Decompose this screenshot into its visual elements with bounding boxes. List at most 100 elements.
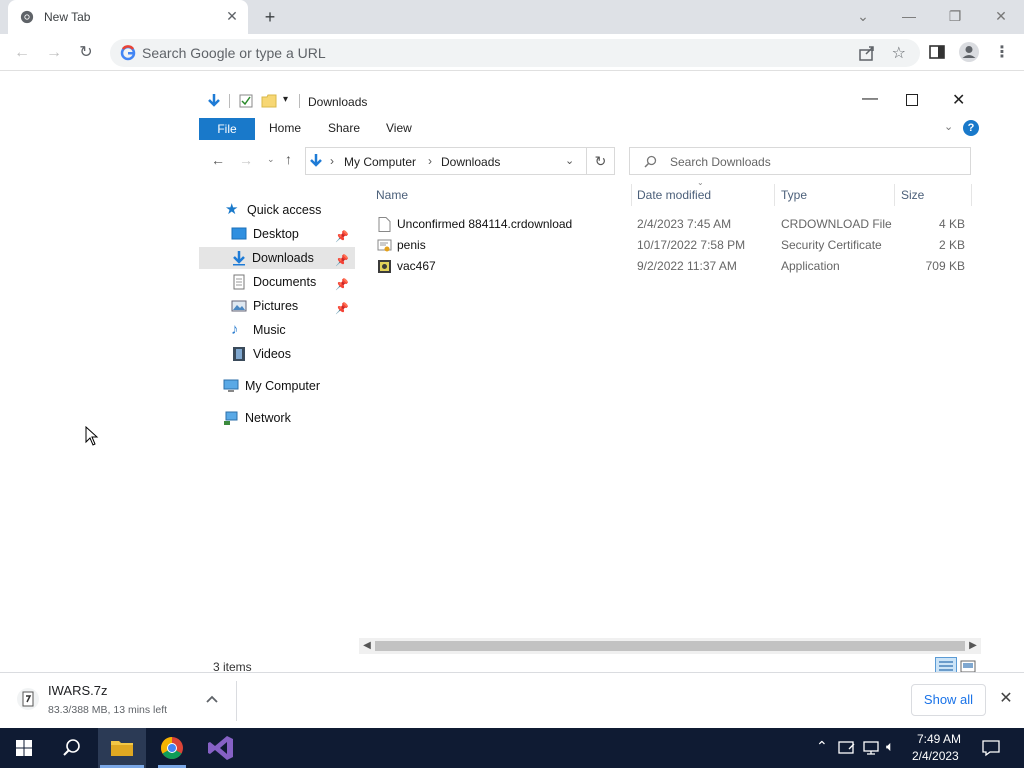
sort-indicator-icon: ⌄	[697, 178, 704, 187]
scrollbar-thumb[interactable]	[375, 641, 965, 651]
show-hidden-icons-icon[interactable]: ⌃	[816, 738, 828, 755]
nav-network[interactable]: Network	[223, 407, 355, 429]
archive-file-icon	[17, 688, 39, 710]
nav-my-computer[interactable]: My Computer	[223, 375, 355, 397]
computer-icon	[223, 379, 239, 392]
address-row: ← → ⌄ ↑ › My Computer › Downloads ⌄ ↻ Se…	[199, 146, 985, 176]
menu-kebab-icon[interactable]: ⋮	[991, 42, 1013, 64]
pin-icon[interactable]: 📌	[335, 274, 349, 296]
chevron-up-icon[interactable]	[204, 691, 220, 707]
google-icon	[120, 45, 136, 61]
chrome-taskbar-icon[interactable]	[148, 728, 196, 768]
close-downloads-bar-icon[interactable]: ✕	[998, 691, 1014, 707]
nav-documents[interactable]: Documents 📌	[231, 271, 355, 293]
help-icon[interactable]: ?	[963, 120, 979, 136]
divider	[236, 681, 237, 721]
ribbon-tab-share[interactable]: Share	[328, 121, 360, 135]
file-explorer-taskbar-icon[interactable]	[98, 728, 146, 768]
scroll-left-icon[interactable]: ◀	[359, 638, 375, 654]
show-all-button[interactable]: Show all	[911, 684, 986, 716]
profile-avatar-icon[interactable]	[958, 41, 980, 63]
back-icon[interactable]: ←	[11, 42, 33, 64]
column-separator[interactable]	[631, 184, 632, 206]
scroll-right-icon[interactable]: ▶	[965, 638, 981, 654]
search-box[interactable]: Search Downloads	[629, 147, 971, 175]
ribbon-tab-home[interactable]: Home	[269, 121, 301, 135]
file-row[interactable]: Unconfirmed 884114.crdownload 2/4/2023 7…	[375, 214, 975, 235]
new-folder-icon[interactable]	[261, 93, 277, 109]
maximize-icon[interactable]	[906, 94, 918, 106]
nav-videos[interactable]: Videos	[231, 343, 355, 365]
forward-icon[interactable]: →	[239, 152, 253, 168]
breadcrumb-downloads[interactable]: Downloads	[441, 155, 500, 169]
column-header-name[interactable]: Name	[376, 188, 408, 202]
forward-icon[interactable]: →	[43, 42, 65, 64]
new-tab-button[interactable]: +	[260, 7, 280, 27]
tab-close-icon[interactable]: ✕	[224, 8, 240, 24]
volume-icon[interactable]: 🔈︎	[886, 738, 894, 755]
divider	[229, 94, 230, 108]
file-row[interactable]: vac467 9/2/2022 11:37 AM Application 709…	[375, 256, 975, 277]
pin-icon[interactable]: 📌	[335, 226, 349, 248]
share-icon[interactable]	[858, 44, 876, 62]
close-window-icon[interactable]: ✕	[952, 90, 965, 110]
search-placeholder: Search Downloads	[670, 155, 771, 169]
nav-music[interactable]: ♪ Music	[231, 319, 355, 341]
refresh-icon[interactable]: ↻	[587, 147, 615, 175]
downloads-bar: IWARS.7z 83.3/388 MB, 13 mins left Show …	[0, 672, 1024, 728]
recent-locations-icon[interactable]: ⌄	[267, 154, 275, 165]
ribbon-tab-view[interactable]: View	[386, 121, 412, 135]
nav-desktop[interactable]: Desktop 📌	[231, 223, 355, 245]
customize-toolbar-icon[interactable]: ▾	[283, 94, 288, 105]
horizontal-scrollbar[interactable]: ◀ ▶	[359, 638, 981, 654]
tab-search-icon[interactable]: ⌄	[851, 6, 875, 26]
file-row[interactable]: penis 10/17/2022 7:58 PM Security Certif…	[375, 235, 975, 256]
documents-icon	[233, 274, 245, 290]
nav-pictures[interactable]: Pictures 📌	[231, 295, 355, 317]
application-icon	[378, 260, 391, 273]
address-bar[interactable]: › My Computer › Downloads ⌄	[305, 147, 587, 175]
minimize-icon[interactable]: —	[862, 90, 878, 108]
address-dropdown-icon[interactable]: ⌄	[565, 154, 574, 167]
ribbon-tab-file[interactable]: File	[199, 118, 255, 140]
visual-studio-icon[interactable]	[197, 728, 245, 768]
side-panel-icon[interactable]	[929, 44, 945, 60]
omnibox[interactable]: Search Google or type a URL ☆	[110, 39, 920, 67]
column-separator[interactable]	[774, 184, 775, 206]
column-separator[interactable]	[894, 184, 895, 206]
search-icon[interactable]	[48, 728, 96, 768]
column-header-date[interactable]: Date modified	[637, 188, 711, 202]
security-tray-icon[interactable]	[838, 740, 856, 756]
properties-check-icon[interactable]	[239, 94, 253, 108]
column-header-type[interactable]: Type	[781, 188, 807, 202]
taskbar: ⌃ 🔈︎ 7:49 AM 2/4/2023	[0, 728, 1024, 768]
up-icon[interactable]: ↑	[285, 151, 292, 167]
back-icon[interactable]: ←	[211, 152, 225, 168]
clock-time[interactable]: 7:49 AM	[917, 732, 961, 746]
divider	[299, 94, 300, 108]
download-filename[interactable]: IWARS.7z	[48, 683, 107, 698]
star-icon: ★	[225, 201, 239, 218]
expand-ribbon-icon[interactable]: ⌄	[944, 120, 953, 133]
breadcrumb-chevron-icon: ›	[330, 154, 334, 168]
column-header-size[interactable]: Size	[901, 188, 924, 202]
minimize-icon[interactable]: —	[897, 6, 921, 26]
notifications-icon[interactable]	[982, 739, 1000, 757]
clock-date[interactable]: 2/4/2023	[912, 749, 959, 763]
windows-start-icon[interactable]	[0, 728, 48, 768]
browser-tab[interactable]: New Tab ✕	[8, 0, 248, 34]
videos-icon	[233, 347, 245, 361]
nav-downloads[interactable]: Downloads 📌	[199, 247, 355, 269]
reload-icon[interactable]: ↻	[75, 42, 97, 64]
restore-icon[interactable]: ❐	[943, 6, 967, 26]
bookmark-star-icon[interactable]: ☆	[892, 43, 906, 63]
nav-quick-access[interactable]: ★ Quick access	[225, 199, 355, 221]
column-separator[interactable]	[971, 184, 972, 206]
pin-icon[interactable]: 📌	[335, 298, 349, 320]
breadcrumb-my-computer[interactable]: My Computer	[344, 155, 416, 169]
breadcrumb-chevron-icon: ›	[428, 154, 432, 168]
close-window-icon[interactable]: ✕	[989, 6, 1013, 26]
network-tray-icon[interactable]	[862, 740, 880, 756]
file-explorer-window: ▾ Downloads — ✕ File Home Share View ⌄ ?…	[199, 86, 985, 682]
pin-icon[interactable]: 📌	[335, 250, 349, 272]
